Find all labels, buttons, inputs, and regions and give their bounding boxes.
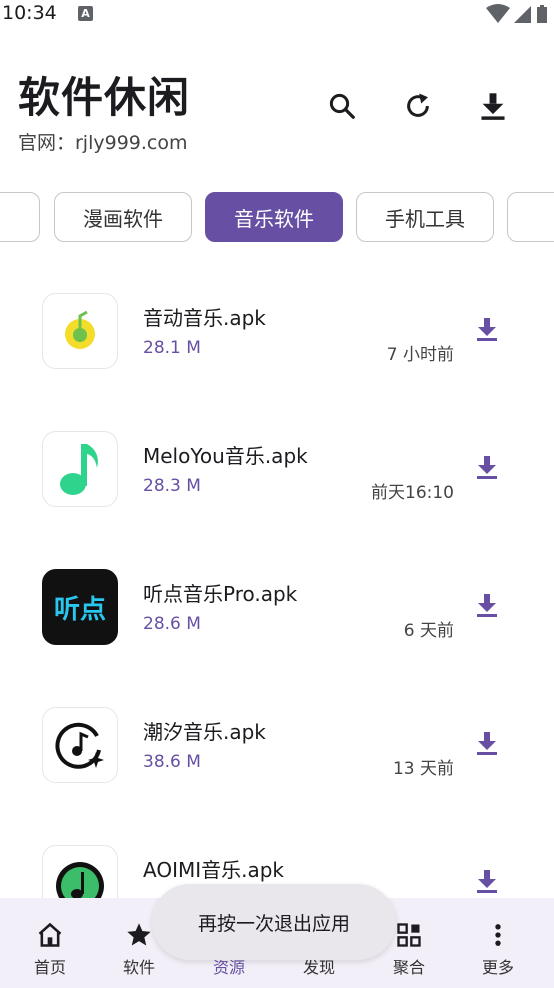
category-tabs: 漫画软件 音乐软件 手机工具 [0, 192, 554, 244]
website-label: 官网：rjly999.com [18, 132, 188, 154]
tab-partial-left[interactable] [0, 192, 40, 242]
nav-label: 软件 [122, 958, 155, 977]
battery-icon [537, 5, 547, 23]
app-time: 13 天前 [392, 759, 454, 779]
app-size: 28.1 M [143, 338, 201, 358]
search-button[interactable] [322, 86, 362, 126]
list-item[interactable]: 音动音乐.apk 28.1 M 7 小时前 [0, 262, 554, 400]
nav-label: 聚合 [392, 958, 425, 977]
app-size: 28.3 M [143, 476, 201, 496]
star-icon [124, 920, 154, 950]
download-icon [481, 93, 505, 120]
download-icon [477, 594, 497, 617]
download-icon [477, 732, 497, 755]
nav-label: 首页 [33, 958, 66, 977]
page-title: 软件休闲 [18, 73, 191, 122]
tab-comics[interactable]: 漫画软件 [54, 192, 192, 242]
app-time: 7 小时前 [386, 345, 454, 365]
tab-music[interactable]: 音乐软件 [205, 192, 343, 242]
status-bar: 10:34 A [0, 0, 554, 30]
download-button[interactable] [473, 86, 513, 126]
app-download-button[interactable] [468, 448, 506, 486]
grid-icon [394, 920, 424, 950]
app-download-button[interactable] [468, 862, 506, 898]
signal-icon [514, 6, 531, 23]
home-icon [35, 920, 65, 950]
chaoxi-logo [42, 707, 118, 783]
app-name: 音动音乐.apk [143, 306, 266, 330]
status-icons [486, 4, 548, 24]
tab-partial-right[interactable] [507, 192, 554, 242]
nav-label: 更多 [481, 958, 514, 977]
yindong-logo [42, 293, 118, 369]
app-name: AOIMI音乐.apk [143, 858, 285, 882]
app-size: 28.6 M [143, 614, 201, 634]
music-note-logo [42, 431, 118, 507]
search-icon [329, 93, 355, 119]
refresh-button[interactable] [398, 86, 438, 126]
app-time: 前天16:10 [371, 483, 454, 503]
list-item[interactable]: MeloYou音乐.apk 28.3 M 前天16:10 [0, 400, 554, 538]
nav-home[interactable]: 首页 [4, 898, 96, 988]
nav-more[interactable]: 更多 [452, 898, 544, 988]
refresh-icon [407, 93, 429, 117]
app-download-button[interactable] [468, 586, 506, 624]
wifi-icon [486, 4, 510, 23]
app-time: 6 天前 [403, 621, 454, 641]
app-name: 听点音乐Pro.apk [143, 582, 298, 606]
app-list: 音动音乐.apk 28.1 M 7 小时前 MeloYou音乐.apk 28.3… [0, 262, 554, 898]
more-vert-icon [483, 920, 513, 950]
list-item[interactable]: 听点 听点音乐Pro.apk 28.6 M 6 天前 [0, 538, 554, 676]
download-icon [477, 318, 497, 341]
exit-toast: 再按一次退出应用 [152, 884, 396, 960]
app-download-button[interactable] [468, 724, 506, 762]
notification-badge: A [78, 6, 93, 21]
download-icon [477, 870, 497, 893]
app-name: MeloYou音乐.apk [143, 444, 308, 468]
tingdian-logo: 听点 [42, 569, 118, 645]
app-download-button[interactable] [468, 310, 506, 348]
app-size: 38.6 M [143, 752, 201, 772]
download-icon [477, 456, 497, 479]
tingdian-logo-text: 听点 [53, 594, 106, 625]
status-time: 10:34 [2, 2, 57, 24]
list-item[interactable]: 潮汐音乐.apk 38.6 M 13 天前 [0, 676, 554, 814]
aoimi-logo [42, 845, 118, 898]
app-name: 潮汐音乐.apk [143, 720, 266, 744]
tab-phone-tools[interactable]: 手机工具 [356, 192, 494, 242]
